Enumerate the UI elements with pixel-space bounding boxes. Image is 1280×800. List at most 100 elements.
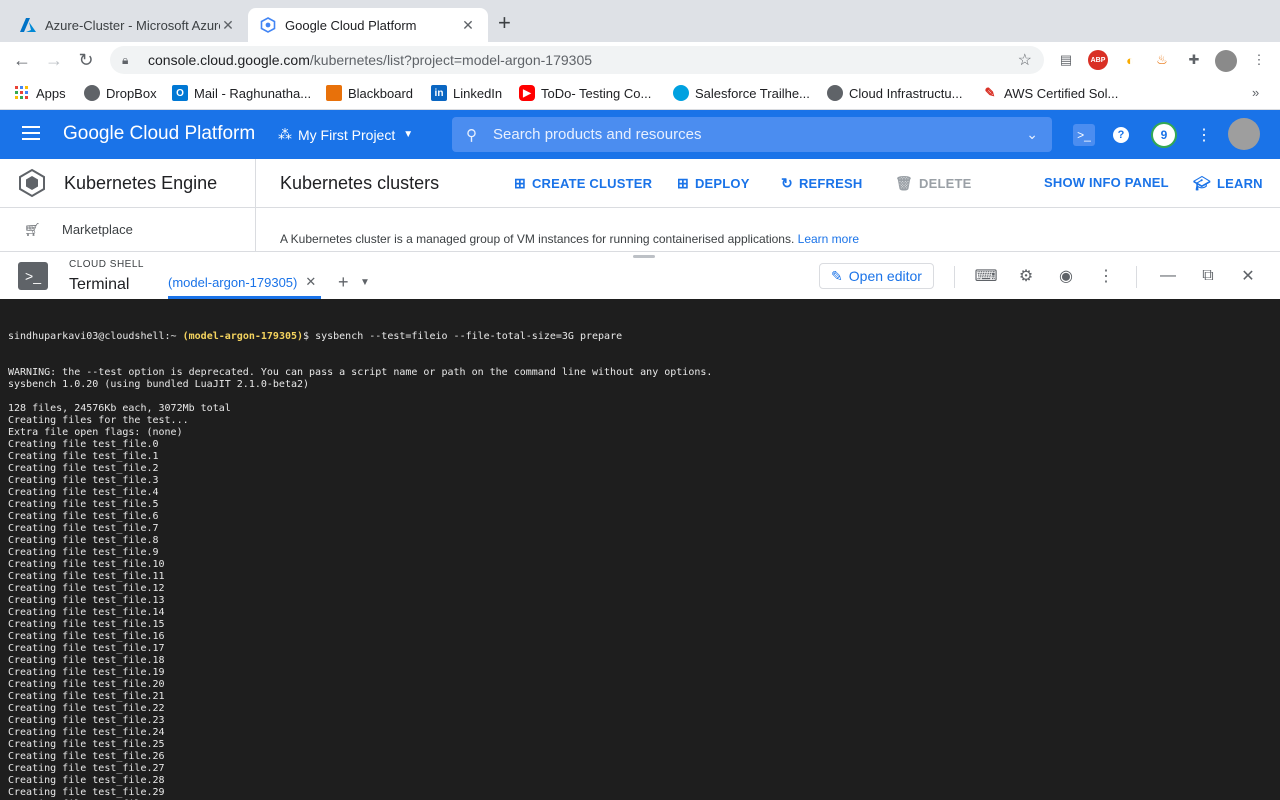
avatar[interactable]	[1228, 118, 1260, 150]
learn-button[interactable]: 🎓︎ LEARN	[1193, 175, 1263, 192]
create-cluster-button[interactable]: ⊞ CREATE CLUSTER	[514, 175, 652, 192]
bookmark-salesforce[interactable]: Salesforce Trailhe...	[673, 85, 810, 101]
close-tab-icon[interactable]: ✕	[220, 17, 236, 34]
bookmark-cloud-infra[interactable]: Cloud Infrastructu...	[827, 85, 962, 101]
search-icon: ⚲	[466, 126, 477, 144]
project-dots-icon: ⁂	[278, 126, 292, 142]
back-arrow-icon[interactable]: ←	[10, 48, 34, 72]
prompt-user: sindhuparkavi03@cloudshell:~	[8, 331, 177, 342]
close-tab-icon[interactable]: ✕	[460, 17, 476, 34]
refresh-button[interactable]: ↻ REFRESH	[781, 175, 862, 192]
terminal-line: Creating file test_file.1	[8, 451, 159, 462]
acrobat-icon: ✎	[984, 85, 996, 100]
gcp-brand[interactable]: Google Cloud Platform	[63, 123, 255, 145]
button-label: DELETE	[918, 176, 972, 191]
add-box-icon: ⊞	[514, 175, 526, 191]
sidebar-item-label: Marketplace	[62, 222, 133, 237]
open-new-window-icon[interactable]: ⧉	[1198, 266, 1218, 286]
chevron-down-icon[interactable]: ▼	[360, 277, 370, 288]
deploy-button[interactable]: ⊞ DEPLOY	[677, 175, 750, 192]
kubernetes-sidebar: Kubernetes Engine 🛒︎ Marketplace	[0, 159, 256, 251]
chevron-down-icon[interactable]: ⌄	[1026, 126, 1038, 143]
terminal-line: Creating file test_file.8	[8, 535, 159, 546]
extension-icon[interactable]: ◐	[1120, 50, 1140, 70]
menu-dots-icon[interactable]: ⋮	[1193, 124, 1215, 146]
menu-dots-icon[interactable]: ⋮	[1249, 50, 1269, 70]
browser-tab-strip: Azure-Cluster - Microsoft Azure ✕ Google…	[0, 0, 1280, 42]
terminal-output[interactable]: sindhuparkavi03@cloudshell:~ (model-argo…	[0, 299, 1280, 800]
profile-avatar[interactable]	[1215, 50, 1237, 72]
web-preview-icon[interactable]: ◉	[1056, 266, 1076, 286]
terminal-line: Creating file test_file.13	[8, 595, 165, 606]
terminal-line: Creating file test_file.10	[8, 559, 165, 570]
bookmark-apps[interactable]: Apps	[14, 85, 66, 101]
sidebar-item-marketplace[interactable]: 🛒︎ Marketplace	[0, 208, 255, 251]
forward-arrow-icon[interactable]: →	[42, 48, 66, 72]
terminal-line: Creating file test_file.24	[8, 727, 165, 738]
keyboard-icon[interactable]: ⌨	[974, 266, 997, 286]
bookmark-dropbox[interactable]: DropBox	[84, 85, 157, 101]
azure-icon	[20, 17, 36, 33]
minimize-icon[interactable]: —	[1158, 266, 1178, 286]
project-selector[interactable]: ⁂ My First Project ▼	[278, 126, 413, 143]
bookmark-aws[interactable]: ✎ AWS Certified Sol...	[982, 85, 1119, 101]
terminal-line: Creating file test_file.5	[8, 499, 159, 510]
puzzle-icon[interactable]: ✚	[1184, 50, 1204, 70]
learn-more-link[interactable]: Learn more	[798, 232, 859, 246]
terminal-line: Creating file test_file.26	[8, 751, 165, 762]
delete-button[interactable]: 🗑︎ DELETE	[895, 175, 971, 192]
notification-badge[interactable]: 9	[1151, 122, 1177, 148]
url-path: /kubernetes/list?project=model-argon-179…	[309, 52, 593, 68]
search-input[interactable]: ⚲ Search products and resources ⌄	[452, 117, 1052, 152]
reader-icon[interactable]: ▤	[1056, 50, 1076, 70]
close-icon[interactable]: ✕	[305, 274, 316, 290]
cloud-shell-icon[interactable]: >_	[1073, 124, 1095, 146]
search-placeholder: Search products and resources	[493, 126, 702, 143]
reload-icon[interactable]: ↻	[74, 48, 98, 72]
browser-tab-azure[interactable]: Azure-Cluster - Microsoft Azure ✕	[8, 8, 248, 42]
fire-icon[interactable]: ♨	[1152, 50, 1172, 70]
adblock-icon[interactable]: ABP	[1088, 50, 1108, 70]
address-bar[interactable]: 🔒︎ console.cloud.google.com/kubernetes/l…	[110, 46, 1044, 74]
resize-handle[interactable]	[633, 255, 655, 258]
cart-icon: 🛒︎	[24, 221, 41, 237]
gcp-icon	[260, 17, 276, 33]
terminal-title: Terminal	[69, 276, 130, 293]
button-label: REFRESH	[798, 176, 863, 191]
bookmark-todo[interactable]: ▶ ToDo- Testing Co...	[519, 85, 651, 101]
show-info-panel-button[interactable]: SHOW INFO PANEL	[1044, 175, 1169, 190]
more-bookmarks-icon[interactable]: »	[1252, 85, 1259, 100]
help-icon[interactable]: ?	[1113, 127, 1129, 143]
bookmark-label: Blackboard	[348, 85, 414, 101]
open-editor-button[interactable]: ✎ Open editor	[819, 263, 934, 289]
bookmark-label: Salesforce Trailhe...	[695, 85, 810, 101]
browser-tab-gcp[interactable]: Google Cloud Platform ✕	[248, 8, 488, 42]
page-title: Kubernetes clusters	[280, 173, 440, 193]
bookmark-mail[interactable]: O Mail - Raghunatha...	[172, 85, 311, 101]
button-label: SHOW INFO PANEL	[1044, 175, 1169, 190]
bookmark-star-icon[interactable]: ☆	[1018, 50, 1032, 70]
close-icon[interactable]: ✕	[1238, 266, 1258, 286]
lock-icon: 🔒︎	[122, 52, 129, 67]
bookmark-label: ToDo- Testing Co...	[541, 85, 652, 101]
terminal-line: Creating file test_file.7	[8, 523, 159, 534]
terminal-lines: WARNING: the --test option is deprecated…	[8, 367, 1272, 800]
add-tab-icon[interactable]: +	[338, 272, 349, 293]
bookmark-label: Apps	[36, 85, 66, 101]
more-vert-icon[interactable]: ⋮	[1096, 266, 1116, 286]
bookmark-linkedin[interactable]: in LinkedIn	[431, 85, 502, 101]
tab-title: Google Cloud Platform	[285, 17, 417, 33]
terminal-icon: >_	[18, 262, 48, 290]
hamburger-menu-icon[interactable]	[22, 126, 40, 140]
globe-icon	[827, 85, 843, 101]
terminal-line: Creating file test_file.3	[8, 475, 159, 486]
terminal-tab[interactable]: (model-argon-179305) ✕	[168, 274, 316, 290]
terminal-line: 128 files, 24576Kb each, 3072Mb total	[8, 403, 231, 414]
new-tab-icon[interactable]: +	[498, 12, 511, 34]
tab-title: Azure-Cluster - Microsoft Azure	[45, 17, 220, 33]
description-text: A Kubernetes cluster is a managed group …	[280, 232, 795, 246]
bookmark-blackboard[interactable]: Blackboard	[326, 85, 413, 101]
cloud-shell-label: CLOUD SHELL	[69, 259, 144, 270]
gear-icon[interactable]: ⚙	[1016, 266, 1036, 286]
divider	[954, 266, 955, 288]
